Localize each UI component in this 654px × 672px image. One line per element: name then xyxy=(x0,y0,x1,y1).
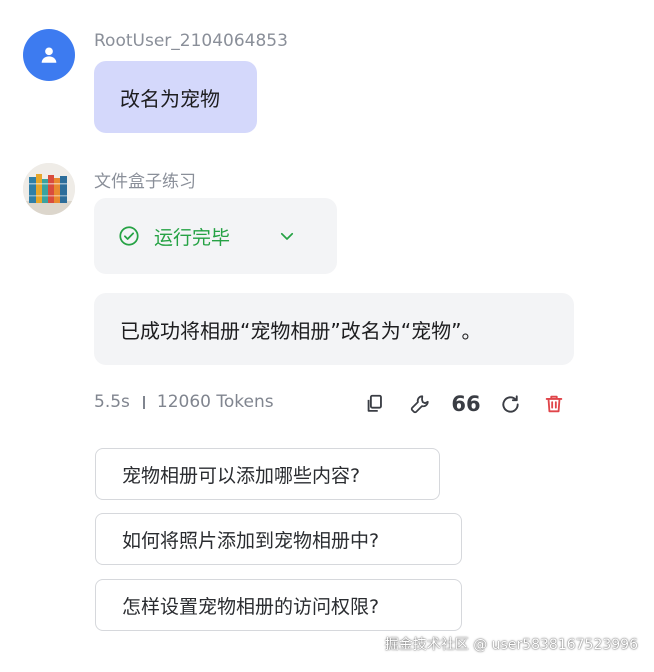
run-status-text: 运行完毕 xyxy=(154,226,231,249)
copy-icon xyxy=(367,394,382,412)
token-count: 12060 Tokens xyxy=(156,392,274,412)
chat-page: RootUser_2104064853 改名为宠物 文件盒子练习 运行完毕 已成… xyxy=(0,0,654,672)
response-duration: 5.5s xyxy=(94,392,130,412)
meta-separator xyxy=(142,395,145,409)
expand-status-toggle[interactable] xyxy=(278,227,296,245)
user-message-bubble: 改名为宠物 xyxy=(94,61,257,133)
reply-meta: 5.5s 12060 Tokens xyxy=(94,392,274,412)
regenerate-button[interactable] xyxy=(498,392,522,416)
user-avatar[interactable] xyxy=(23,29,75,81)
run-status-card[interactable]: 运行完毕 xyxy=(94,198,337,274)
bot-reply-bubble: 已成功将相册“宠物相册”改名为“宠物”。 xyxy=(94,293,574,365)
tool-settings-button[interactable] xyxy=(408,392,432,416)
trash-icon xyxy=(545,395,563,413)
bookshelf-avatar-icon xyxy=(23,163,75,215)
delete-button[interactable] xyxy=(542,392,566,416)
bot-sender-name: 文件盒子练习 xyxy=(94,172,196,192)
suggestion-chip[interactable]: 怎样设置宠物相册的访问权限? xyxy=(95,579,462,631)
quote-button[interactable]: 66 xyxy=(451,392,480,416)
user-icon xyxy=(41,47,57,63)
check-circle-icon xyxy=(119,226,139,246)
chevron-down-icon xyxy=(280,232,294,240)
wrench-icon xyxy=(410,395,429,414)
refresh-icon xyxy=(501,394,519,413)
suggestion-chip[interactable]: 宠物相册可以添加哪些内容? xyxy=(95,448,440,500)
watermark: 掘金技术社区 @ user5838167523996 xyxy=(384,637,638,653)
copy-button[interactable] xyxy=(363,392,387,416)
user-sender-name: RootUser_2104064853 xyxy=(94,31,288,51)
bot-avatar[interactable] xyxy=(23,163,75,215)
suggestion-chip[interactable]: 如何将照片添加到宠物相册中? xyxy=(95,513,462,565)
